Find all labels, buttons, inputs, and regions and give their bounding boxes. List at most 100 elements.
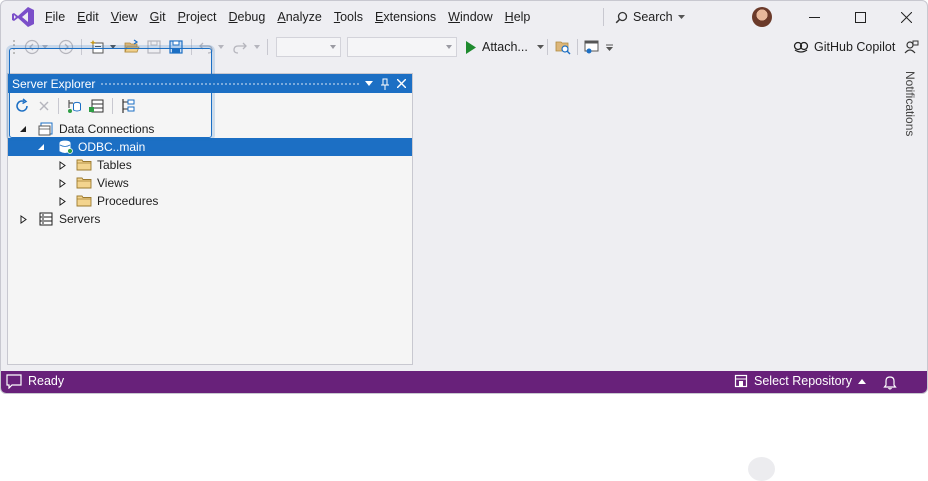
- expand-arrow[interactable]: [57, 178, 67, 188]
- expand-arrow[interactable]: [18, 214, 28, 224]
- solution-configuration-combo[interactable]: [276, 37, 341, 57]
- menu-window[interactable]: Window: [442, 1, 498, 33]
- repository-icon: [734, 374, 748, 388]
- new-project-button[interactable]: [89, 38, 107, 56]
- menu-git[interactable]: Git: [144, 1, 172, 33]
- menu-help[interactable]: Help: [499, 1, 537, 33]
- stop-x-icon: [39, 101, 49, 111]
- grip-icon: [13, 40, 15, 54]
- chevron-down-icon: [254, 45, 260, 49]
- refresh-button[interactable]: [14, 98, 30, 114]
- output-notification-icon[interactable]: [6, 374, 22, 389]
- undo-button[interactable]: [197, 38, 215, 56]
- chevron-down-icon: [677, 15, 685, 19]
- menu-project[interactable]: Project: [172, 1, 223, 33]
- menu-bar: File Edit View Git Project Debug Analyze…: [1, 1, 927, 33]
- chevron-down-icon: [218, 45, 224, 49]
- navigate-back-button[interactable]: [23, 38, 41, 56]
- menu-tools[interactable]: Tools: [328, 1, 369, 33]
- search-box[interactable]: Search: [615, 7, 685, 27]
- minimize-button[interactable]: [791, 1, 837, 33]
- browser-window-icon: [584, 40, 599, 54]
- hierarchy-icon: [122, 99, 135, 113]
- new-project-icon: [90, 40, 104, 54]
- properties-button[interactable]: [120, 98, 136, 114]
- menu-file[interactable]: File: [39, 1, 71, 33]
- folder-icon: [76, 159, 92, 171]
- tree-node-odbc-connection[interactable]: ODBC..main: [8, 138, 412, 156]
- collapse-arrow[interactable]: [36, 142, 46, 152]
- auto-hide-button[interactable]: [378, 76, 392, 91]
- servers-label: Servers: [59, 212, 101, 226]
- undo-dropdown[interactable]: [217, 38, 225, 56]
- attach-button[interactable]: Attach...: [465, 38, 544, 56]
- redo-dropdown[interactable]: [253, 38, 261, 56]
- close-tool-window-button[interactable]: [394, 76, 408, 91]
- toolbar-divider: [112, 98, 113, 114]
- menu-analyze[interactable]: Analyze: [271, 1, 327, 33]
- redo-button[interactable]: [231, 38, 249, 56]
- open-file-button[interactable]: [123, 38, 141, 56]
- server-explorer-title-bar[interactable]: Server Explorer: [8, 74, 412, 93]
- toolbar-divider: [58, 98, 59, 114]
- save-icon: [147, 40, 161, 54]
- close-button[interactable]: [883, 1, 927, 33]
- chevron-down-icon: [42, 45, 48, 49]
- server-explorer-panel: Server Explorer Data Connections ODBC..m…: [7, 73, 413, 365]
- expand-arrow[interactable]: [57, 160, 67, 170]
- feedback-button[interactable]: [903, 38, 919, 56]
- connect-server-icon: [89, 99, 104, 113]
- visual-studio-window: File Edit View Git Project Debug Analyze…: [0, 0, 928, 394]
- minimize-icon: [808, 16, 820, 18]
- process-explorer-button[interactable]: [554, 38, 572, 56]
- expand-arrow[interactable]: [57, 196, 67, 206]
- select-repository-label: Select Repository: [754, 374, 852, 388]
- solution-platform-combo[interactable]: [347, 37, 457, 57]
- notifications-bell-icon[interactable]: [883, 375, 897, 390]
- new-project-dropdown[interactable]: [109, 38, 117, 56]
- tree-node-data-connections[interactable]: Data Connections: [8, 120, 412, 138]
- back-dropdown[interactable]: [41, 38, 49, 56]
- folder-search-icon: [555, 41, 571, 55]
- redo-icon: [233, 42, 247, 54]
- menu-debug[interactable]: Debug: [223, 1, 272, 33]
- collapsed-triangle-icon: [59, 178, 66, 188]
- save-all-button[interactable]: [167, 38, 185, 56]
- select-repository-button[interactable]: Select Repository: [734, 374, 866, 388]
- navigate-forward-button[interactable]: [57, 38, 75, 56]
- github-copilot-button[interactable]: GitHub Copilot: [793, 38, 895, 56]
- folder-icon: [76, 195, 92, 207]
- tree-node-tables[interactable]: Tables: [8, 156, 412, 174]
- connect-to-server-button[interactable]: [88, 98, 104, 114]
- connect-to-database-button[interactable]: [66, 98, 82, 114]
- tree-node-servers[interactable]: Servers: [8, 210, 412, 228]
- menu-view[interactable]: View: [105, 1, 144, 33]
- tree-node-views[interactable]: Views: [8, 174, 412, 192]
- menu-extensions[interactable]: Extensions: [369, 1, 442, 33]
- visual-studio-logo-icon[interactable]: [11, 6, 35, 28]
- chevron-up-icon: [857, 378, 866, 384]
- collapse-arrow[interactable]: [18, 124, 28, 134]
- undo-icon: [199, 42, 213, 54]
- title-bar-grip: [100, 82, 360, 86]
- attach-label: Attach...: [482, 40, 528, 54]
- browser-link-button[interactable]: [583, 38, 601, 56]
- stop-refresh-button[interactable]: [36, 98, 52, 114]
- menu-divider: [603, 8, 604, 26]
- maximize-button[interactable]: [837, 1, 883, 33]
- procedures-label: Procedures: [97, 194, 159, 208]
- save-button[interactable]: [145, 38, 163, 56]
- menu-edit[interactable]: Edit: [71, 1, 105, 33]
- notifications-side-tab[interactable]: Notifications: [901, 71, 921, 143]
- user-avatar[interactable]: [752, 7, 772, 27]
- expanded-triangle-icon: [20, 126, 26, 132]
- toolbar-overflow-button[interactable]: [605, 38, 613, 56]
- window-position-button[interactable]: [362, 76, 376, 91]
- folder-icon: [76, 177, 92, 189]
- chevron-down-icon: [365, 81, 373, 86]
- collapsed-triangle-icon: [20, 214, 27, 224]
- tree-node-procedures[interactable]: Procedures: [8, 192, 412, 210]
- odbc-connection-label: ODBC..main: [78, 140, 146, 154]
- copilot-label: GitHub Copilot: [814, 40, 896, 54]
- toolbar-grip[interactable]: [11, 38, 17, 56]
